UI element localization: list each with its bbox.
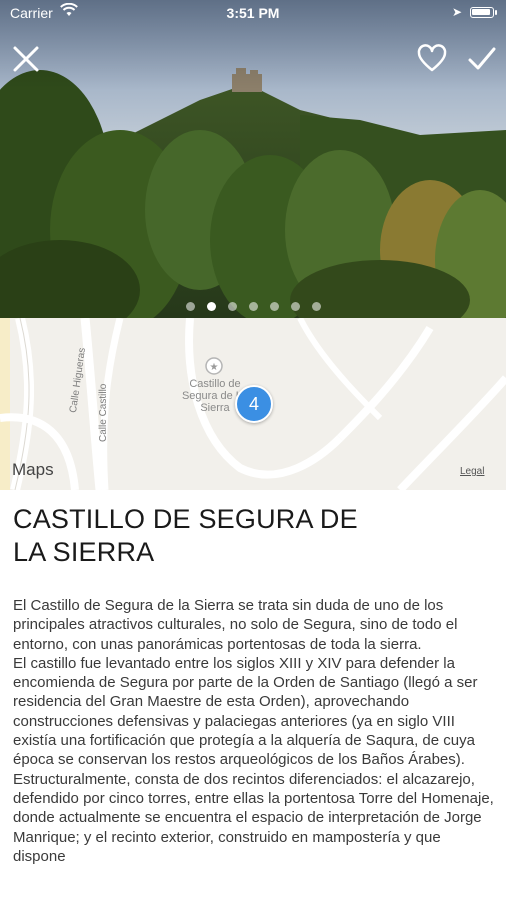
place-title: CASTILLO DE SEGURA DE LA SIERRA xyxy=(13,504,358,567)
apple-maps-logo: Maps xyxy=(12,460,54,480)
map-cluster-pin[interactable]: 4 xyxy=(235,385,273,423)
pager-dot[interactable] xyxy=(185,302,195,311)
street-label: Calle Castillo xyxy=(98,383,109,442)
status-bar: Carrier 3:51 PM ➤ xyxy=(0,0,506,26)
pager-dot[interactable] xyxy=(227,302,237,311)
heart-outline-icon xyxy=(417,44,447,72)
checkmark-icon xyxy=(468,47,496,70)
clock: 3:51 PM xyxy=(226,5,280,21)
favorite-button[interactable] xyxy=(415,42,449,76)
place-description: El Castillo de Segura de la Sierra se tr… xyxy=(13,597,494,865)
pager-dot[interactable] xyxy=(290,302,300,311)
location-arrow-icon: ➤ xyxy=(452,5,463,19)
pager-dot[interactable] xyxy=(248,302,258,311)
pager-dot-active[interactable] xyxy=(206,302,216,311)
done-button[interactable] xyxy=(465,42,499,76)
close-button[interactable] xyxy=(9,42,43,76)
pager-dot[interactable] xyxy=(269,302,279,311)
maps-logo-text: Maps xyxy=(12,460,54,479)
close-icon xyxy=(13,46,39,72)
svg-text:★: ★ xyxy=(210,362,219,373)
legal-link[interactable]: Legal xyxy=(460,466,484,477)
battery-icon xyxy=(470,7,497,18)
pager-dot[interactable] xyxy=(311,302,321,311)
image-pager[interactable] xyxy=(0,302,506,311)
